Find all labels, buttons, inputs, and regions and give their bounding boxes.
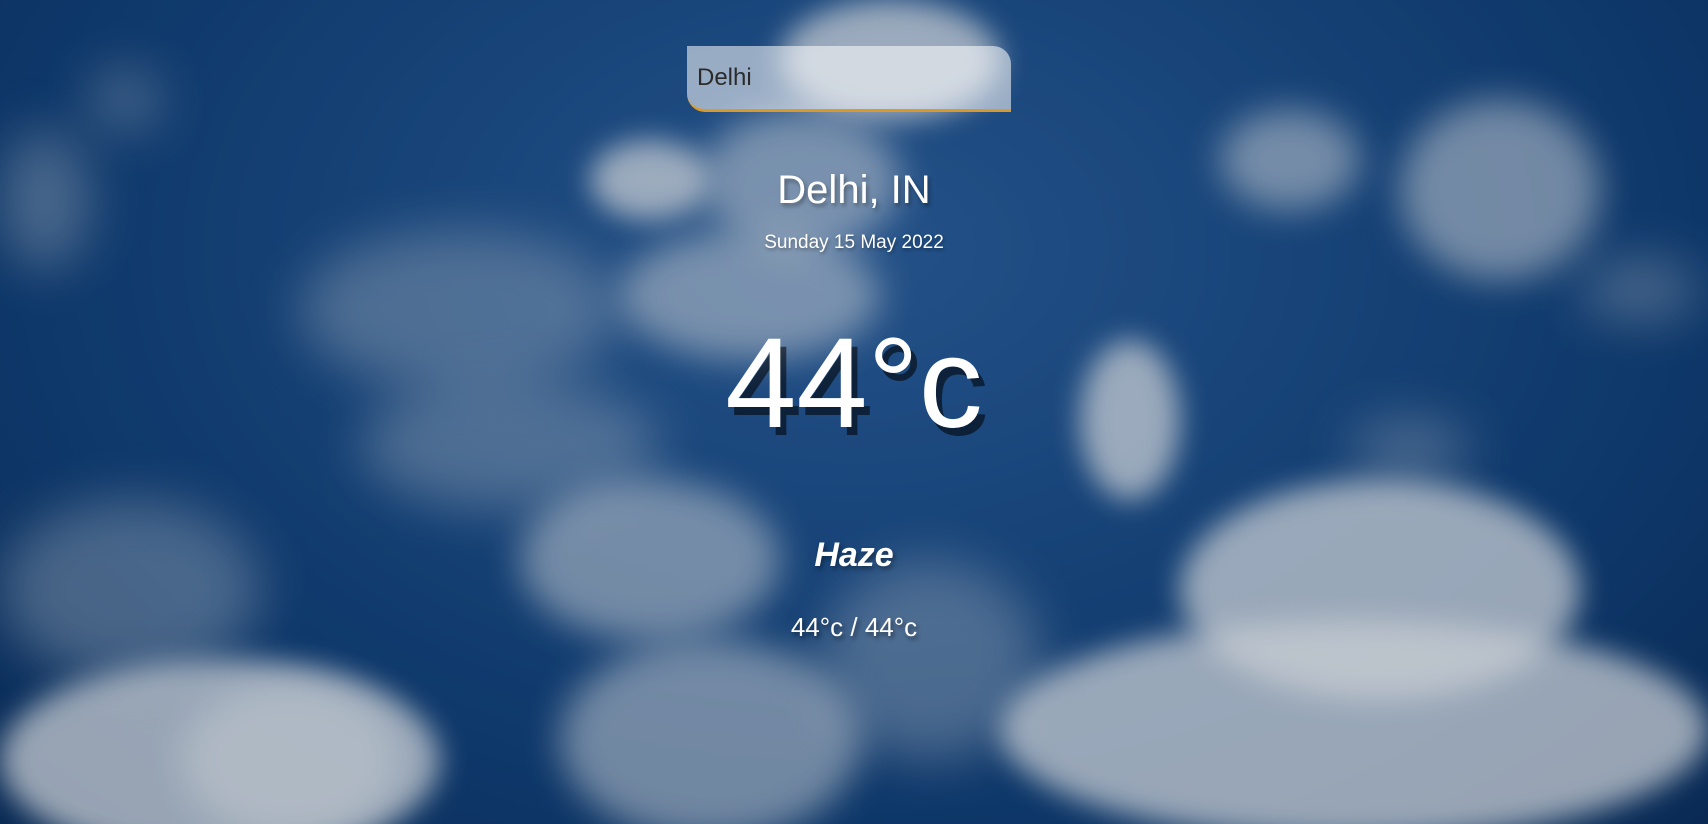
current-temperature: 44°c [725, 312, 983, 455]
weather-condition: Haze [814, 536, 894, 574]
temperature-range: 44°c / 44°c [790, 612, 918, 642]
search-input[interactable] [687, 46, 1011, 109]
location-name: Delhi, IN [777, 168, 931, 212]
current-date: Sunday 15 May 2022 [764, 232, 944, 253]
search-box[interactable] [687, 46, 1011, 112]
weather-app: Delhi, IN Sunday 15 May 2022 44°c Haze 4… [0, 0, 1708, 824]
